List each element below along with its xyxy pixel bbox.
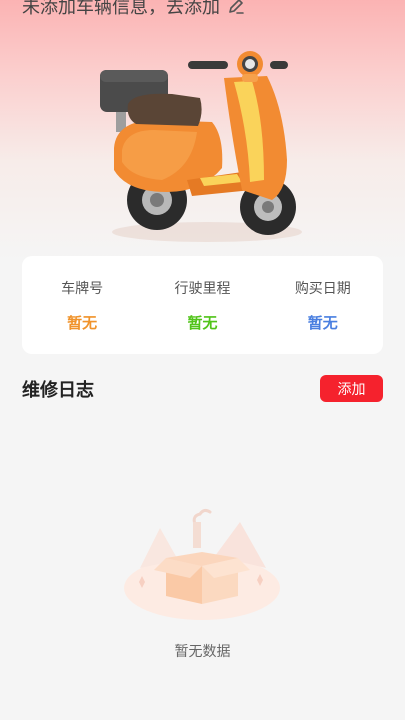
add-maintenance-button[interactable]: 添加: [320, 375, 383, 402]
stat-mileage: 行驶里程 暂无: [143, 256, 262, 354]
stat-value: 暂无: [67, 314, 98, 332]
scooter-icon: [92, 40, 312, 250]
add-vehicle-prompt-text: 未添加车辆信息，去添加: [22, 0, 220, 18]
edit-icon[interactable]: [226, 0, 246, 16]
stat-label: 车牌号: [61, 281, 104, 297]
stat-value: 暂无: [307, 314, 338, 332]
stat-label: 购买日期: [294, 281, 351, 297]
add-vehicle-prompt[interactable]: 未添加车辆信息，去添加: [22, 0, 246, 18]
vehicle-stats-card: 车牌号 暂无 行驶里程 暂无 购买日期 暂无: [22, 256, 383, 354]
empty-state-text: 暂无数据: [174, 644, 231, 660]
empty-box-icon: [120, 508, 285, 628]
stat-plate-number: 车牌号 暂无: [23, 256, 142, 354]
stat-value: 暂无: [187, 314, 218, 332]
stat-label: 行驶里程: [174, 281, 231, 297]
maintenance-log-title: 维修日志: [22, 380, 94, 401]
stat-purchase-date: 购买日期 暂无: [263, 256, 382, 354]
